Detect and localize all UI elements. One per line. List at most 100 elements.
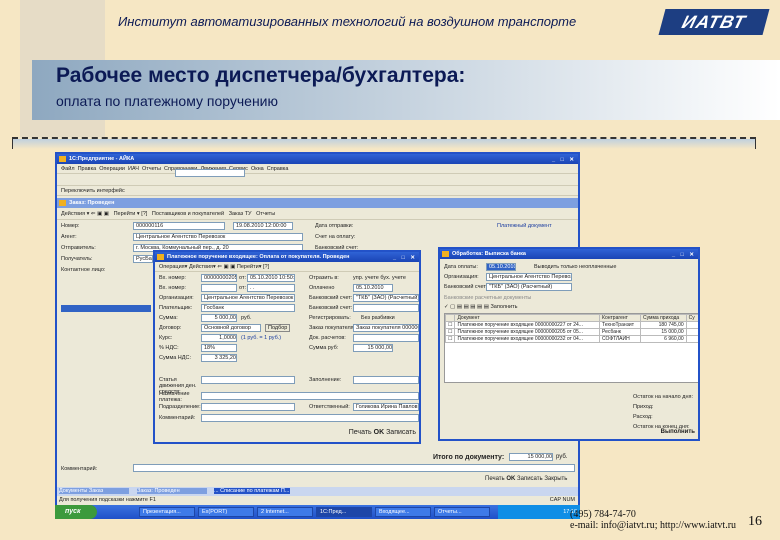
print-button[interactable]: Печать [485,476,505,482]
menu-edit[interactable]: Правка [78,166,97,172]
in-number2-field[interactable] [201,284,237,292]
no-split-radio[interactable]: Без разбивки [361,315,395,321]
window-tab-documents[interactable]: Документы Заказ [59,488,129,494]
taskbar-item[interactable]: 2 Internet... [257,507,313,517]
bank-account-field[interactable]: "ТКБ" (ЗАО) (Расчетный) [486,283,572,291]
app-title-bar: 1С:Предприятие - АЙКА _ □ ✕ [57,154,578,164]
taskbar-item[interactable]: Презентация... [139,507,195,517]
section-label: Банковские расчетные документы [444,295,532,301]
menu-windows[interactable]: Окна [251,166,264,172]
bank-account2-field[interactable] [353,304,419,312]
in-date2-field[interactable]: . . [247,284,295,292]
table-row[interactable]: ☐ Платежное поручение входящее 0000000023… [444,335,698,343]
col-counterparty[interactable]: Контрагент [599,314,641,322]
paid-date-field[interactable]: 05.10.2010 [353,284,393,292]
menu-reports[interactable]: Отчеты [142,166,161,172]
only-unpaid-checkbox[interactable]: Выводить только неоплаченные [534,264,616,270]
settlement-doc-field[interactable] [353,334,419,342]
reflect-checkboxes[interactable]: упр. учете бух. учете [353,275,406,281]
in-date-field[interactable]: 05.10.2010 10:50:54 [247,274,295,282]
menu-operations[interactable]: Операции [99,166,125,172]
documents-table: Документ Контрагент Сумма прихода Су ☐ Плате… [444,313,698,383]
table-row[interactable]: ☐ Платежное поручение входящее 0000000020… [444,328,698,336]
goto-menu[interactable]: Перейти [114,211,136,217]
cashflow-field[interactable] [201,376,295,384]
purpose-label: Назначение платежа: [159,391,190,403]
bank-account-field[interactable]: "ТКБ" (ЗАО) (Расчетный) [353,294,419,302]
sum-rub-field[interactable]: 15 000,00 [353,344,393,352]
number-field[interactable]: 000000116 [133,222,225,230]
order-tu-button[interactable]: Заказ ТУ [229,211,252,217]
suppliers-button[interactable]: Поставщиков и покупателей [152,211,224,217]
ok-button[interactable]: OK [374,429,385,436]
sum-field[interactable]: 5 000,00 [201,314,237,322]
taskbar-item-active[interactable]: 1С:Пред... [316,507,372,517]
opening-balance-label: Остаток на начало дня: [633,394,694,400]
comment-field[interactable] [133,464,575,472]
date-field[interactable]: 19.08.2010 12:00:00 [233,222,293,230]
col-su[interactable]: Су [685,314,698,322]
col-document[interactable]: Документ [454,314,601,322]
agent-label: Агент: [61,234,77,240]
operation-menu[interactable]: Операция [159,264,185,270]
comment-field[interactable] [201,414,419,422]
slide-subtitle: оплата по платежному поручению [56,93,278,109]
recipient-field[interactable]: РусБанк [133,255,153,263]
customer-order-field[interactable]: Заказ покупателя 000000001 [353,324,419,332]
select-button[interactable]: Подбор [265,324,291,332]
payment-dialog-title: Платежное поручение входящее: Оплата от … [167,254,350,260]
col-income[interactable]: Сумма прихода [640,314,687,322]
taskbar-item[interactable]: Ex(PORT) [198,507,254,517]
payment-doc-link[interactable]: Платежный документ [497,223,552,229]
taskbar-item[interactable]: Входящее... [375,507,431,517]
window-tab-order[interactable]: Заказ: Проведен [137,488,207,494]
department-field[interactable] [201,403,295,411]
income-label: Приход: [633,404,654,410]
search-field[interactable] [175,169,245,177]
switch-interface-button[interactable]: Переключить интерфейс [61,188,125,194]
contract-field[interactable]: Основной договор [201,324,261,332]
sender-label: Отправитель: [61,245,96,251]
close-button[interactable]: Закрыть [544,476,567,482]
fill-button[interactable]: Заполнить [490,304,517,310]
sum-label: Сумма: [159,315,178,321]
window-tab-writeoff[interactable]: ... Списание по платежам П... [214,488,290,494]
table-header: Документ Контрагент Сумма прихода Су [444,314,698,322]
save-button[interactable]: Записать [386,429,416,436]
organization-field[interactable]: Центральное Агентство Перевозок [201,294,295,302]
payment-date-field[interactable]: 05.10.2010 [486,263,516,271]
save-button[interactable]: Записать [517,476,543,482]
ok-button[interactable]: OK [506,476,515,482]
payer-field[interactable]: Госбанк [201,304,295,312]
responsible-field[interactable]: Голикова Ирина Павловна [353,403,419,411]
actions-menu[interactable]: Действия [189,264,213,270]
vat-sum-field[interactable]: 3 325,20 [201,354,237,362]
purpose-field[interactable] [201,392,419,400]
reports-menu[interactable]: Отчеты [256,211,275,217]
window-controls[interactable]: _ □ ✕ [552,155,576,165]
goto-menu[interactable]: Перейти [237,264,259,270]
actions-menu[interactable]: Действия [61,211,85,217]
customer-order-label: Заказ покупателя: [309,325,356,331]
agent-field[interactable]: Центральное Агентство Перевозок [133,233,303,241]
statement-toolbar: ✓ ▢ ▤ ▤ ▤ ▤ ▤ Заполнить [444,304,518,310]
start-button[interactable]: пуск [55,505,97,519]
table-row[interactable]: ☐ Платежное поручение входящее 0000000022… [444,321,698,329]
bank-statement-dialog: Обработка: Выписка банка _ □ ✕ Дата оплат… [438,247,700,441]
selected-row[interactable] [61,305,151,312]
taskbar-item[interactable]: Отчеты... [434,507,490,517]
vat-rate-field[interactable]: 18% [201,344,237,352]
paid-checkbox[interactable]: Оплачено [309,285,334,291]
menu-iach[interactable]: ИАЧ [128,166,139,172]
print-button[interactable]: Печать [349,429,372,436]
window-controls[interactable]: _ □ ✕ [393,253,417,263]
menu-file[interactable]: Файл [61,166,75,172]
in-number-label: Вх. номер: [159,275,186,281]
rate-field[interactable]: 1,0000 [201,334,237,342]
run-button[interactable]: Выполнить [661,429,695,435]
in-number-field[interactable]: 00000000205 [201,274,237,282]
organization-field[interactable]: Центральное Агентство Перевозок [486,273,572,281]
filling-field[interactable] [353,376,419,384]
menu-help[interactable]: Справка [267,166,289,172]
statement-form: Дата оплаты: 05.10.2010 Выводить только … [440,259,698,431]
